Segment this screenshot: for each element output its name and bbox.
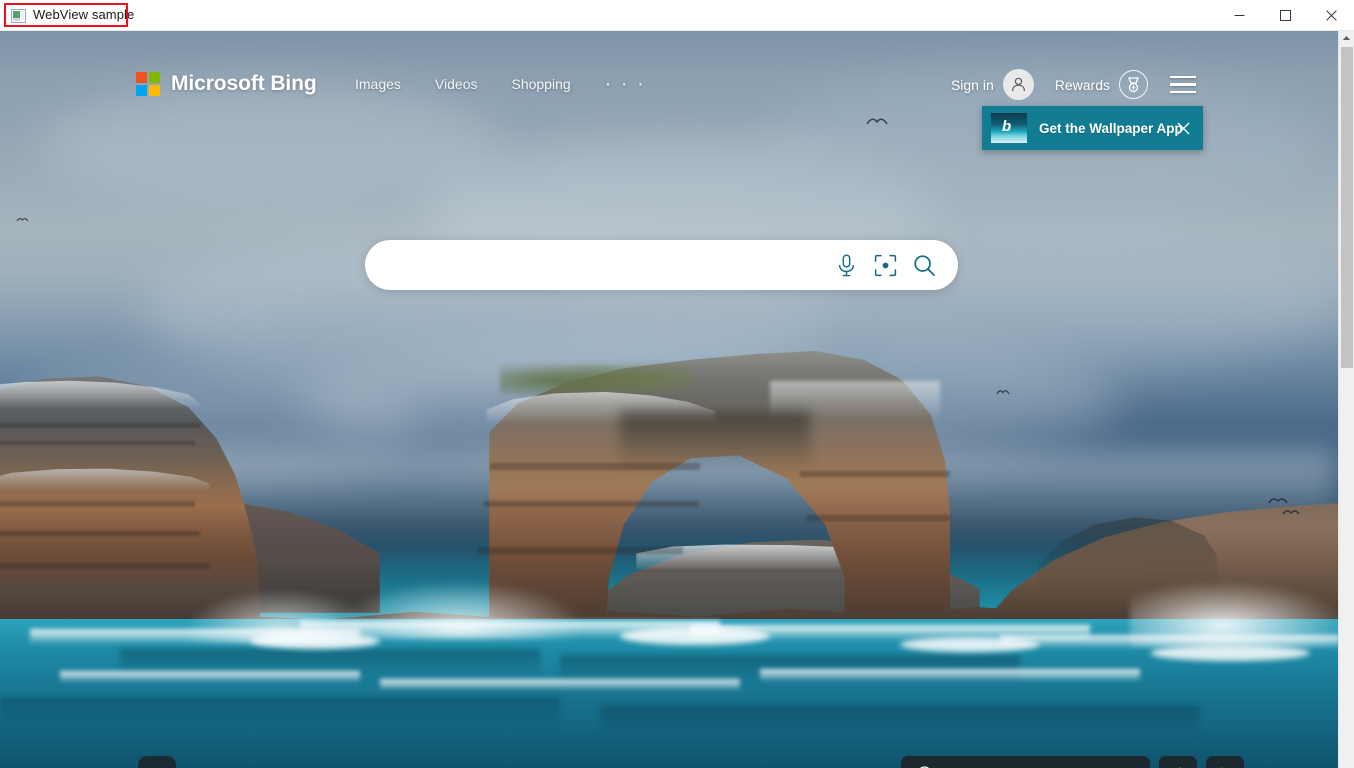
bing-wordmark: Microsoft Bing [171,72,317,95]
wave-trough [600,705,1200,739]
rock-strata [0,531,200,536]
menu-line [1170,83,1196,86]
rock-strata [0,423,200,428]
search-input[interactable] [365,241,833,289]
close-icon[interactable] [1174,119,1192,137]
vertical-scrollbar[interactable] [1338,31,1354,768]
nav-more-button[interactable]: · · · [605,74,646,94]
bird-silhouette [1268,497,1288,506]
bird-silhouette [16,217,29,223]
maximize-button[interactable] [1262,0,1308,31]
scrollbar-thumb[interactable] [1341,47,1353,368]
visual-search-icon[interactable] [872,252,898,278]
rock-strata [478,547,683,554]
bing-logo[interactable]: Microsoft Bing [136,72,317,96]
wave-crest [760,669,1140,682]
microsoft-logo-icon [136,72,160,96]
rock-strata [484,501,699,507]
bing-b-glyph: b [1002,118,1012,135]
next-image-button[interactable] [1205,756,1244,768]
voice-search-icon[interactable] [833,252,859,278]
nav-link-videos[interactable]: Videos [435,76,478,92]
arch-vegetation [500,361,690,395]
wave-splash [330,579,590,639]
bing-homepage: Microsoft Bing Images Videos Shopping · … [0,31,1338,768]
title-bar: WebView sample [0,0,1354,31]
rock-strata [806,515,950,521]
person-icon [1011,77,1025,92]
bing-header: Microsoft Bing Images Videos Shopping · … [0,31,1338,100]
toast-label: Get the Wallpaper App [1039,120,1183,136]
logo-square-green [149,72,160,83]
previous-image-button[interactable] [1158,756,1197,768]
bird-silhouette [866,117,888,127]
window-controls [1216,0,1354,31]
sea-foam [900,637,1040,652]
rock-strata [0,501,195,507]
search-icon[interactable] [911,252,937,278]
close-button[interactable] [1308,0,1354,31]
bird-silhouette [1282,509,1300,517]
webview-viewport: Microsoft Bing Images Videos Shopping · … [0,31,1354,768]
bird-silhouette [996,389,1010,396]
logo-square-blue [136,85,147,96]
rock-strata [0,441,195,445]
sea-foam [1150,645,1310,661]
rock-strata [490,463,700,470]
scroll-down-button[interactable] [138,756,176,768]
sea-foam [620,627,770,645]
header-nav-links: Images Videos Shopping · · · [355,74,646,94]
wave-crest [380,679,740,691]
wave-trough [0,697,560,729]
logo-square-yellow [149,85,160,96]
rock-strata [800,471,950,477]
minimize-button[interactable] [1216,0,1262,31]
nav-link-shopping[interactable]: Shopping [511,76,570,92]
menu-line [1170,75,1196,79]
wave-crest [60,671,360,683]
rock-strata [0,563,210,569]
window-title: WebView sample [33,7,135,22]
arch-underside-shadow [620,411,810,471]
nav-link-images[interactable]: Images [355,76,401,92]
hamburger-menu-icon[interactable] [1170,72,1200,98]
wallpaper-app-toast[interactable]: b Get the Wallpaper App [982,106,1203,150]
sign-in-link[interactable]: Sign in [951,77,994,93]
logo-square-red [136,72,147,83]
header-account-area: Sign in Rewards [951,69,1200,100]
app-window: WebView sample Microsoft Bing Images Vid… [0,0,1354,768]
rewards-link[interactable]: Rewards [1055,77,1110,93]
image-caption-bar: Last days of a famous sea arch [901,756,1244,768]
search-box[interactable] [365,240,958,290]
rewards-medal-icon[interactable] [1119,70,1148,99]
scroll-up-arrow-icon[interactable] [1339,31,1354,45]
avatar[interactable] [1002,69,1034,100]
menu-line [1170,90,1196,94]
caption-pill[interactable]: Last days of a famous sea arch [901,756,1150,768]
wave-splash [1130,577,1338,647]
wallpaper-app-thumbnail: b [991,113,1027,143]
cloud-shape [40,86,500,206]
webview-app-icon [11,9,26,23]
search-actions [833,252,958,278]
